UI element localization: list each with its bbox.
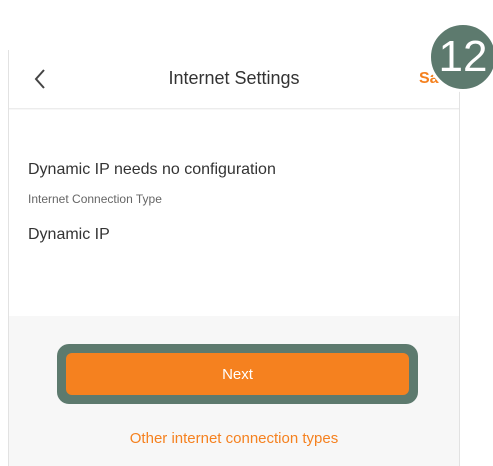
connection-type-label: Internet Connection Type bbox=[28, 192, 162, 206]
top-bar: Internet Settings Save bbox=[9, 50, 459, 109]
config-message: Dynamic IP needs no configuration bbox=[28, 161, 276, 178]
app-screen: Internet Settings Save Dynamic IP needs … bbox=[8, 50, 460, 466]
step-number: 12 bbox=[438, 32, 488, 81]
page-title: Internet Settings bbox=[168, 68, 300, 88]
step-number-badge: 12 bbox=[428, 22, 493, 92]
next-button-highlight: Next bbox=[57, 344, 418, 404]
settings-panel: Dynamic IP needs no configuration Intern… bbox=[9, 110, 459, 316]
next-button[interactable]: Next bbox=[66, 353, 409, 395]
connection-type-value: Dynamic IP bbox=[28, 226, 110, 243]
other-connection-types-link[interactable]: Other internet connection types bbox=[9, 430, 459, 447]
